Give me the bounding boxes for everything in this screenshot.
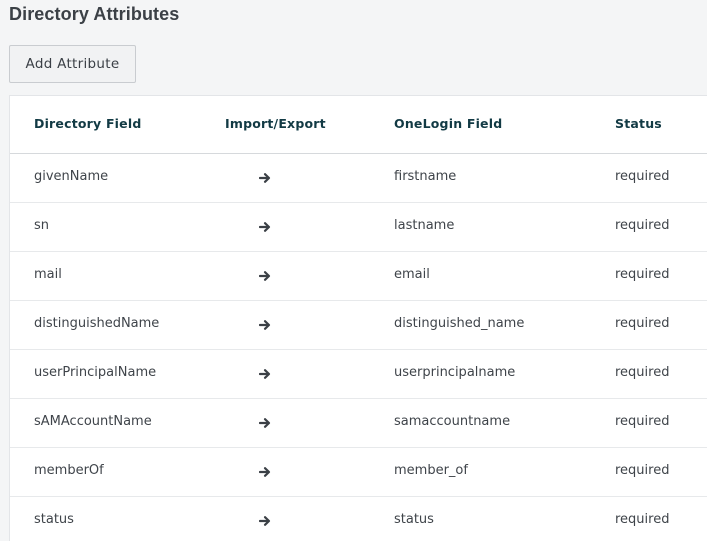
directory-field-cell: sAMAccountName xyxy=(34,414,152,429)
directory-field-cell: userPrincipalName xyxy=(34,365,157,380)
directory-field-cell: sn xyxy=(34,218,50,233)
table-row: memberOf member_of required xyxy=(10,447,707,497)
page-title: Directory Attributes xyxy=(9,4,180,24)
arrow-right-icon xyxy=(258,220,271,232)
arrow-right-icon xyxy=(258,269,271,281)
onelogin-field-cell: member_of xyxy=(394,463,468,478)
onelogin-field-cell: lastname xyxy=(394,218,455,233)
status-cell: required xyxy=(615,267,670,282)
onelogin-field-cell: email xyxy=(394,267,430,282)
arrow-right-icon xyxy=(258,367,271,379)
onelogin-field-cell: userprincipalname xyxy=(394,365,516,380)
status-cell: required xyxy=(615,512,670,527)
onelogin-field-cell: distinguished_name xyxy=(394,316,525,331)
table-header: Directory Field Import/Export OneLogin F… xyxy=(10,96,707,154)
directory-field-cell: givenName xyxy=(34,169,109,184)
directory-field-cell: distinguishedName xyxy=(34,316,160,331)
status-cell: required xyxy=(615,316,670,331)
directory-field-cell: mail xyxy=(34,267,62,282)
table-row: mail email required xyxy=(10,251,707,301)
table-row: status status required xyxy=(10,496,707,541)
table-row: sn lastname required xyxy=(10,202,707,252)
header-status: Status xyxy=(615,116,662,131)
add-attribute-button[interactable]: Add Attribute xyxy=(9,45,136,83)
table-row: sAMAccountName samaccountname required xyxy=(10,398,707,448)
arrow-right-icon xyxy=(258,465,271,477)
onelogin-field-cell: status xyxy=(394,512,434,527)
onelogin-field-cell: firstname xyxy=(394,169,457,184)
table-row: userPrincipalName userprincipalname requir… xyxy=(10,349,707,399)
directory-attributes-page: Directory Attributes Add Attribute Direc… xyxy=(0,0,707,541)
status-cell: required xyxy=(615,414,670,429)
arrow-right-icon xyxy=(258,416,271,428)
arrow-right-icon xyxy=(258,514,271,526)
directory-field-cell: status xyxy=(34,512,74,527)
arrow-right-icon xyxy=(258,171,271,183)
status-cell: required xyxy=(615,365,670,380)
status-cell: required xyxy=(615,169,670,184)
header-directory-field: Directory Field xyxy=(34,116,142,131)
attributes-table: Directory Field Import/Export OneLogin F… xyxy=(9,95,707,541)
arrow-right-icon xyxy=(258,318,271,330)
header-import-export: Import/Export xyxy=(225,116,326,131)
onelogin-field-cell: samaccountname xyxy=(394,414,511,429)
status-cell: required xyxy=(615,463,670,478)
header-onelogin-field: OneLogin Field xyxy=(394,116,503,131)
status-cell: required xyxy=(615,218,670,233)
table-row: givenName firstname required xyxy=(10,153,707,203)
table-row: distinguishedName distinguished_name requi… xyxy=(10,300,707,350)
directory-field-cell: memberOf xyxy=(34,463,104,478)
